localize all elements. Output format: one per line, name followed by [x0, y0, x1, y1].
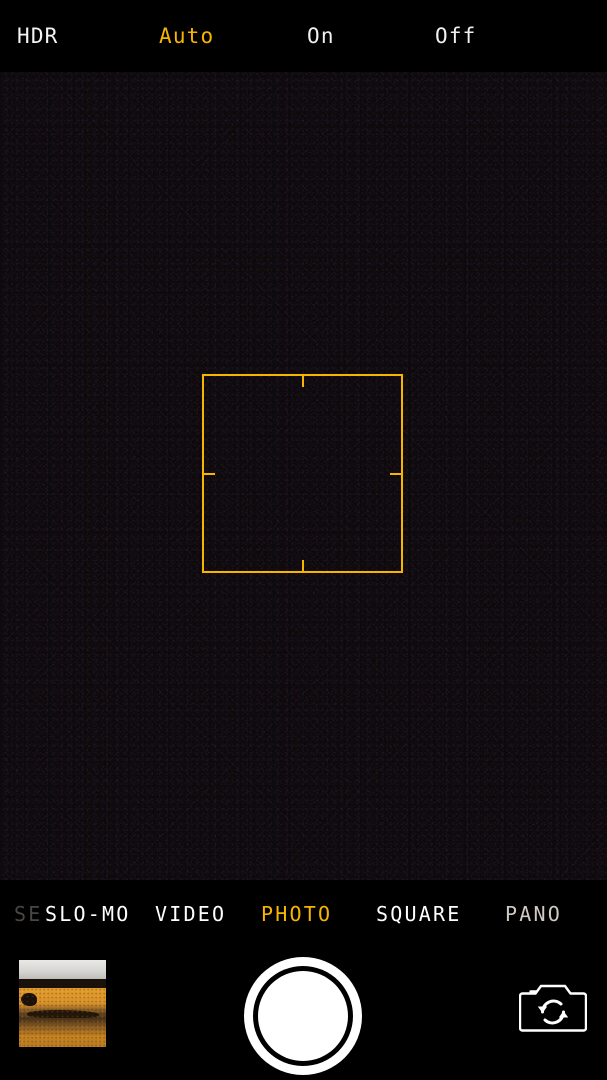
- thumbnail-grain: [19, 988, 106, 1047]
- hdr-option-auto[interactable]: Auto: [159, 24, 214, 48]
- flip-camera-button[interactable]: [519, 980, 587, 1034]
- focus-tick-bottom: [301, 560, 304, 571]
- camera-app: HDR Auto On Off SE SLO-MO VIDEO PHOTO SQ…: [0, 0, 607, 1080]
- camera-rotate-icon: [519, 984, 587, 1032]
- shutter-inner-disc: [258, 971, 348, 1061]
- focus-tick-top: [301, 376, 304, 387]
- top-control-bar: HDR Auto On Off: [0, 0, 607, 72]
- hdr-option-on[interactable]: On: [307, 24, 335, 48]
- mode-item-square[interactable]: SQUARE: [376, 902, 461, 926]
- hdr-label: HDR: [17, 24, 59, 48]
- focus-reticle[interactable]: [202, 374, 403, 573]
- focus-tick-left: [204, 472, 215, 475]
- mode-item-slo-mo[interactable]: SLO-MO: [45, 902, 130, 926]
- focus-tick-right: [390, 472, 401, 475]
- mode-selector-bar[interactable]: SE SLO-MO VIDEO PHOTO SQUARE PANO: [0, 880, 607, 948]
- shutter-button[interactable]: [244, 957, 362, 1075]
- thumbnail-horizon-band: [19, 979, 106, 988]
- mode-item-video[interactable]: VIDEO: [155, 902, 226, 926]
- bottom-action-bar: [0, 948, 607, 1080]
- mode-item-photo[interactable]: PHOTO: [261, 902, 332, 926]
- last-photo-thumbnail[interactable]: [19, 960, 106, 1047]
- thumbnail-sky-band: [19, 960, 106, 979]
- mode-item-timelapse[interactable]: SE: [14, 902, 42, 926]
- mode-item-pano[interactable]: PANO: [505, 902, 562, 926]
- hdr-option-off[interactable]: Off: [435, 24, 477, 48]
